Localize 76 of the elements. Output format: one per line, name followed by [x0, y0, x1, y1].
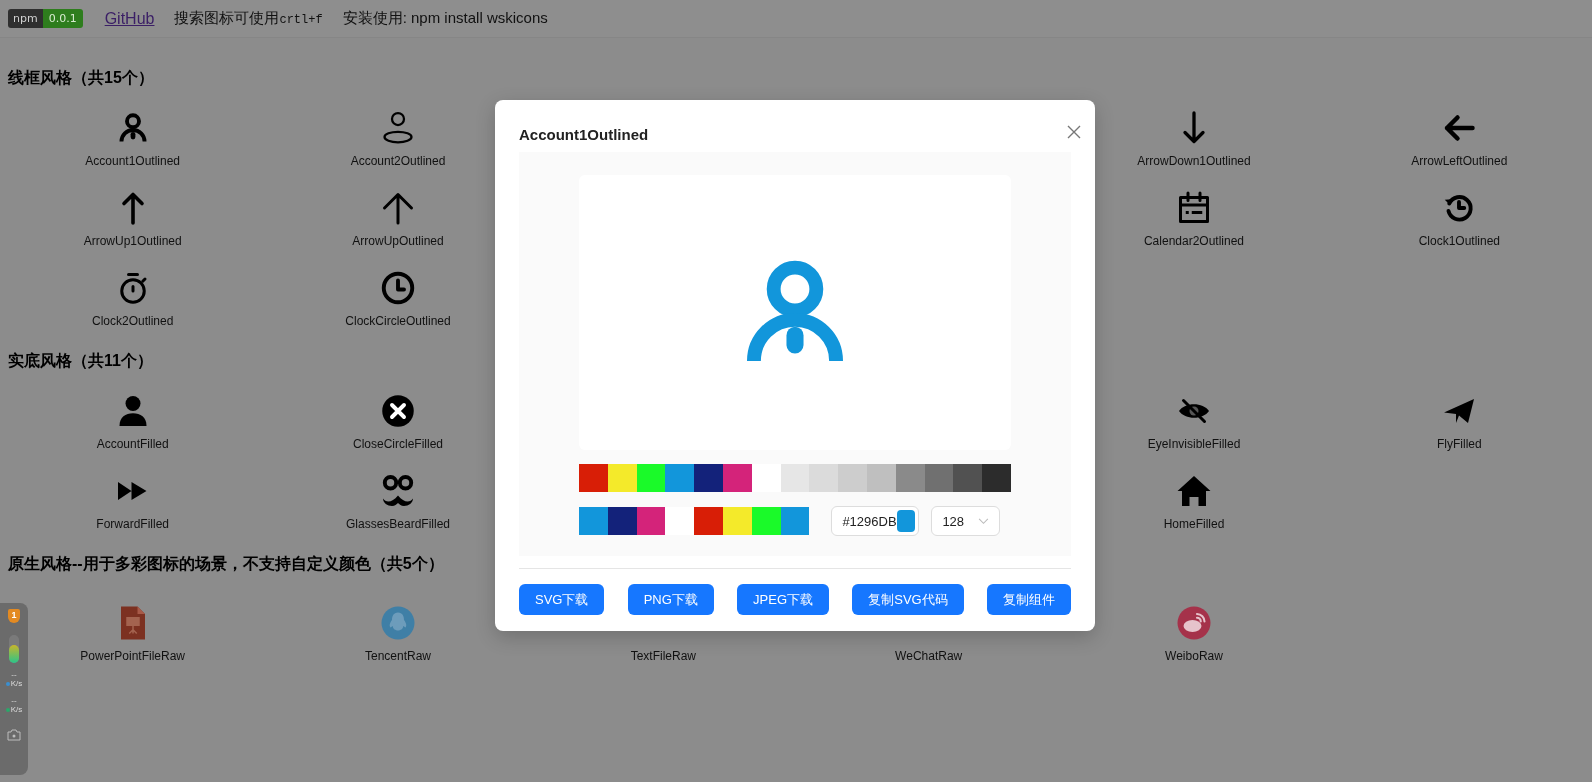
gauge-icon [9, 635, 19, 663]
icon-label[interactable]: Clock1Outlined [1418, 234, 1500, 249]
calendar-icon [1176, 190, 1212, 226]
color-swatch[interactable] [982, 464, 1011, 492]
action-button[interactable]: SVG下载 [519, 584, 605, 615]
color-swatch[interactable] [838, 464, 867, 492]
color-swatch[interactable] [809, 464, 839, 492]
color-swatch[interactable] [751, 507, 781, 535]
icon-label[interactable]: TextFileRaw [630, 649, 696, 664]
dialog-title: Account1Outlined [519, 125, 649, 143]
download-speed-value: -- [11, 697, 17, 705]
color-swatch[interactable] [579, 507, 608, 535]
home-icon [1176, 473, 1212, 509]
download-speed-unit: K/s [5, 705, 23, 715]
icon-label[interactable]: ClockCircleOutlined [345, 314, 451, 329]
color-swatch[interactable] [895, 464, 925, 492]
icon-label[interactable]: AccountFilled [96, 437, 169, 452]
arrow-up-icon [380, 190, 416, 226]
section-heading: 实底风格（共11个） [8, 351, 153, 371]
color-swatch[interactable] [953, 464, 983, 492]
color-swatch[interactable] [723, 464, 752, 492]
penguin-icon [380, 605, 416, 641]
glasses-mustache-icon [380, 473, 416, 509]
color-swatch[interactable] [636, 507, 666, 535]
color-swatch[interactable] [607, 507, 637, 535]
color-swatch[interactable] [751, 464, 781, 492]
color-swatch[interactable] [579, 464, 608, 492]
camera-icon[interactable] [7, 729, 21, 741]
color-swatch[interactable] [924, 464, 954, 492]
icon-label[interactable]: CloseCircleFilled [352, 437, 443, 452]
section-heading: 原生风格--用于多彩图标的场景，不支持自定义颜色（共5个） [8, 554, 444, 574]
color-swatch[interactable] [665, 464, 695, 492]
size-select[interactable]: 128 [931, 506, 1001, 536]
color-swatch[interactable] [866, 464, 896, 492]
icon-label[interactable]: TencentRaw [364, 649, 431, 664]
color-input-field[interactable]: #1296DB [831, 506, 920, 536]
icon-label[interactable]: HomeFilled [1163, 517, 1225, 532]
icon-label[interactable]: ArrowDown1Outlined [1137, 154, 1251, 169]
install-hint: 安装使用: npm install wskicons [342, 9, 548, 28]
chevron-down-icon [978, 517, 990, 525]
action-button[interactable]: JPEG下载 [737, 584, 830, 615]
color-picker-swatch[interactable] [896, 510, 916, 532]
close-circle-icon [380, 393, 416, 429]
action-button[interactable]: 复制SVG代码 [852, 584, 964, 615]
icon-label[interactable]: GlassesBeardFilled [345, 517, 450, 532]
icon-label[interactable]: Calendar2Outlined [1143, 234, 1245, 249]
clock-icon [380, 270, 416, 306]
github-link[interactable]: GitHub [104, 9, 155, 28]
color-swatch[interactable] [694, 464, 723, 492]
color-swatch[interactable] [723, 507, 752, 535]
upload-speed-unit: K/s [5, 679, 23, 689]
action-button[interactable]: PNG下载 [627, 584, 714, 615]
color-swatch[interactable] [665, 507, 695, 535]
icon-label[interactable]: ArrowLeftOutlined [1411, 154, 1508, 169]
color-swatch[interactable] [780, 507, 810, 535]
icon-label[interactable]: Clock2Outlined [91, 314, 174, 329]
color-swatch[interactable] [694, 507, 723, 535]
section-heading: 线框风格（共15个） [8, 68, 154, 88]
icon-label[interactable]: ForwardFilled [96, 517, 169, 532]
icon-label[interactable]: WeChatRaw [895, 649, 963, 664]
icon-label[interactable]: Account2Outlined [350, 154, 446, 169]
upload-speed-value: -- [11, 671, 17, 679]
icon-label[interactable]: PowerPointFileRaw [80, 649, 185, 664]
person-outline-icon [380, 110, 416, 146]
icon-label[interactable]: Account1Outlined [85, 154, 181, 169]
icon-label[interactable]: ArrowUp1Outlined [83, 234, 182, 249]
action-button[interactable]: 复制组件 [986, 584, 1071, 615]
close-button[interactable] [1065, 123, 1083, 141]
shield-badge: 1 [8, 609, 20, 623]
color-swatch[interactable] [636, 464, 666, 492]
color-swatch[interactable] [780, 464, 810, 492]
icon-label[interactable]: EyeInvisibleFilled [1147, 437, 1241, 452]
icon-label[interactable]: FlyFilled [1437, 437, 1482, 452]
icon-label[interactable]: ArrowUpOutlined [352, 234, 444, 249]
icon-label[interactable]: WeiboRaw [1165, 649, 1223, 664]
color-swatch[interactable] [607, 464, 637, 492]
